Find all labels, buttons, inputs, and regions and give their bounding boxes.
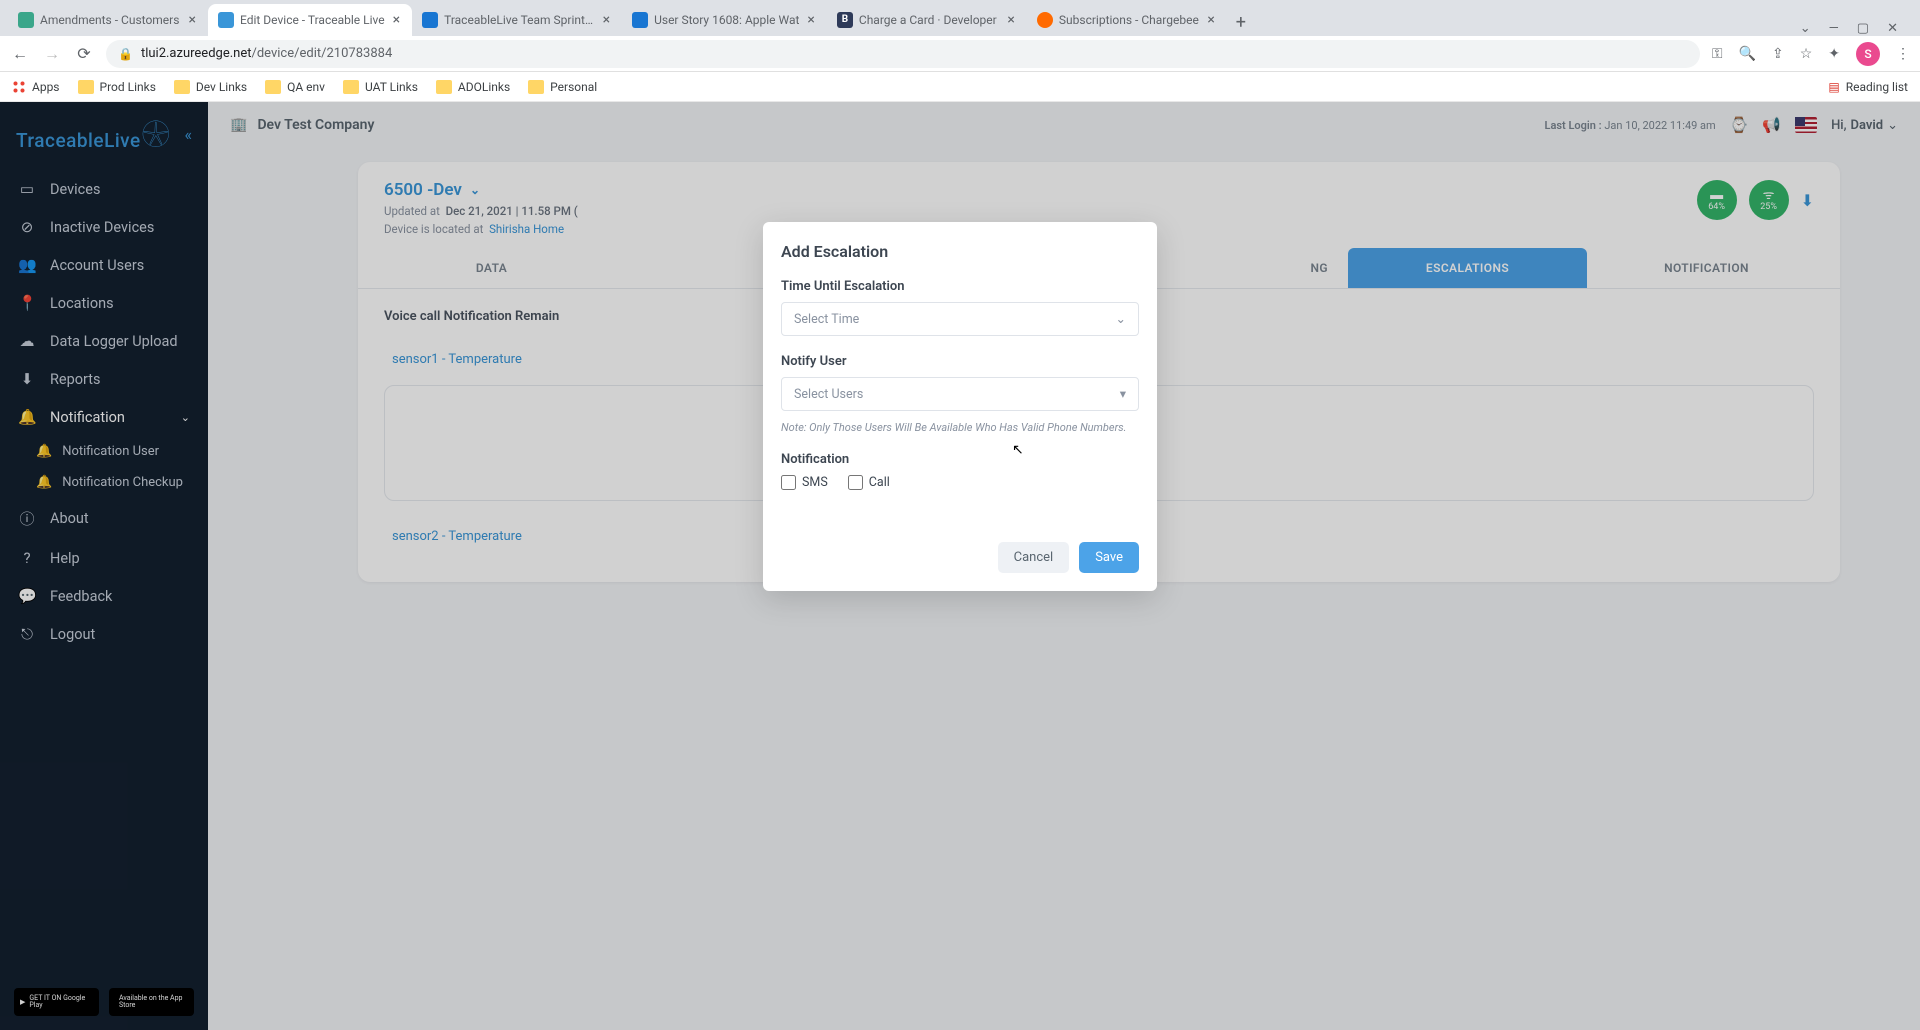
close-icon[interactable]: × [1005,12,1016,28]
favicon-icon: B [837,12,853,28]
browser-tab-strip: Amendments - Customers × Edit Device - T… [0,0,1920,36]
minimize-icon[interactable]: — [1829,21,1839,36]
apps-button[interactable]: Apps [12,80,60,94]
folder-icon [174,80,190,94]
list-icon: ▤ [1828,80,1839,94]
bookmark-item[interactable]: Prod Links [78,80,156,94]
chevron-down-icon[interactable]: ⌄ [1800,21,1811,36]
extensions-icon[interactable]: ✦ [1828,46,1840,62]
cancel-button[interactable]: Cancel [998,542,1070,573]
profile-avatar[interactable]: S [1856,42,1880,66]
time-select[interactable]: Select Time ⌄ [781,302,1139,336]
bookmark-bar: Apps Prod Links Dev Links QA env UAT Lin… [0,72,1920,102]
browser-tab[interactable]: Subscriptions - Chargebee × [1027,4,1227,36]
notify-placeholder: Select Users [794,387,863,402]
bookmark-item[interactable]: QA env [265,80,325,94]
folder-icon [265,80,281,94]
close-icon[interactable]: × [391,12,402,28]
maximize-icon[interactable]: ▢ [1857,21,1869,36]
close-icon[interactable]: × [1205,12,1216,28]
call-checkbox-input[interactable] [848,475,863,490]
close-icon[interactable]: × [805,12,816,28]
favicon-icon [1037,12,1053,28]
menu-icon[interactable]: ⋮ [1896,46,1910,62]
modal-title: Add Escalation [781,242,1139,261]
tab-title: Charge a Card · Developer [859,13,1000,27]
url-domain: tlui2.azureedge.net [141,46,252,61]
tab-title: TraceableLive Team Sprint 3 [444,13,595,27]
bookmark-item[interactable]: UAT Links [343,80,418,94]
tab-title: Subscriptions - Chargebee [1059,13,1200,27]
browser-tab[interactable]: User Story 1608: Apple Wat × [622,4,827,36]
close-icon[interactable]: × [601,12,612,28]
time-label: Time Until Escalation [781,279,1139,294]
time-placeholder: Select Time [794,312,859,327]
tab-title: User Story 1608: Apple Wat [654,13,799,27]
notify-user-select[interactable]: Select Users ▾ [781,377,1139,411]
browser-tab[interactable]: Amendments - Customers × [8,4,208,36]
key-icon[interactable]: ⚿ [1712,46,1723,62]
new-tab-button[interactable]: + [1227,8,1255,36]
share-icon[interactable]: ⇪ [1772,46,1784,62]
caret-down-icon: ▾ [1120,386,1126,402]
folder-icon [343,80,359,94]
note-text: Note: Only Those Users Will Be Available… [781,421,1139,434]
back-button[interactable]: ← [10,44,30,64]
folder-icon [78,80,94,94]
tab-title: Amendments - Customers [40,13,181,27]
sms-checkbox-input[interactable] [781,475,796,490]
reload-button[interactable]: ⟳ [74,44,94,63]
url-path: /device/edit/210783884 [251,46,392,61]
add-escalation-modal: Add Escalation Time Until Escalation Sel… [763,222,1157,591]
cursor-icon: ↖ [1012,442,1024,458]
url-input[interactable]: 🔒 tlui2.azureedge.net/device/edit/210783… [106,40,1700,68]
favicon-icon [422,12,438,28]
notification-label: Notification [781,452,1139,467]
favicon-icon [218,12,234,28]
chevron-down-icon: ⌄ [1116,311,1126,327]
bookmark-item[interactable]: Personal [528,80,597,94]
favicon-icon [18,12,34,28]
save-button[interactable]: Save [1079,542,1139,573]
folder-icon [436,80,452,94]
favicon-icon [632,12,648,28]
forward-button[interactable]: → [42,44,62,64]
address-bar: ← → ⟳ 🔒 tlui2.azureedge.net/device/edit/… [0,36,1920,72]
close-window-icon[interactable]: ✕ [1887,21,1898,36]
window-controls: ⌄ — ▢ ✕ [1786,21,1912,36]
bookmark-item[interactable]: ADOLinks [436,80,510,94]
lock-icon: 🔒 [118,47,133,61]
app-root: TraceableLive𓇽 « ▭Devices ⊘Inactive Devi… [0,102,1920,1030]
sms-checkbox[interactable]: SMS [781,475,828,490]
tab-title: Edit Device - Traceable Live [240,13,385,27]
apps-icon [12,80,26,94]
browser-tab[interactable]: B Charge a Card · Developer × [827,4,1027,36]
folder-icon [528,80,544,94]
zoom-icon[interactable]: 🔍 [1739,46,1756,62]
browser-tab-active[interactable]: Edit Device - Traceable Live × [208,4,412,36]
reading-list-button[interactable]: ▤Reading list [1828,80,1908,94]
close-icon[interactable]: × [187,12,198,28]
star-icon[interactable]: ☆ [1800,46,1813,62]
browser-tab[interactable]: TraceableLive Team Sprint 3 × [412,4,622,36]
call-checkbox[interactable]: Call [848,475,890,490]
bookmark-item[interactable]: Dev Links [174,80,247,94]
notify-label: Notify User [781,354,1139,369]
